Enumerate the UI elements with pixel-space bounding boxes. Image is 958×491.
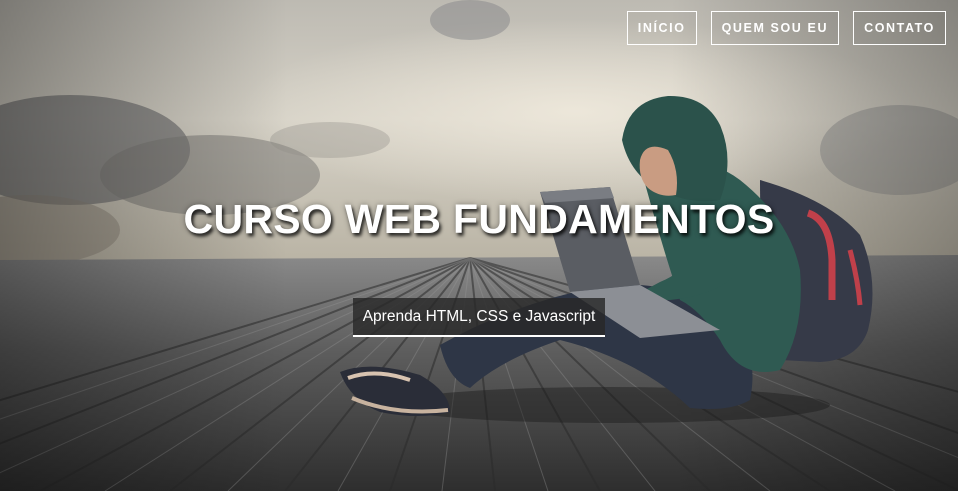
- top-navigation: INÍCIO QUEM SOU EU CONTATO: [626, 11, 946, 45]
- nav-item-contato[interactable]: CONTATO: [853, 11, 946, 45]
- hero-background-image: [0, 0, 958, 491]
- hero-title: CURSO WEB FUNDAMENTOS: [183, 196, 775, 242]
- nav-item-inicio[interactable]: INÍCIO: [626, 11, 697, 45]
- hero-subtitle-wrapper: Aprenda HTML, CSS e Javascript: [0, 298, 958, 337]
- nav-item-quem-sou-eu[interactable]: QUEM SOU EU: [710, 11, 840, 45]
- hero-subtitle: Aprenda HTML, CSS e Javascript: [352, 298, 606, 337]
- hero-section: INÍCIO QUEM SOU EU CONTATO CURSO WEB FUN…: [0, 0, 958, 491]
